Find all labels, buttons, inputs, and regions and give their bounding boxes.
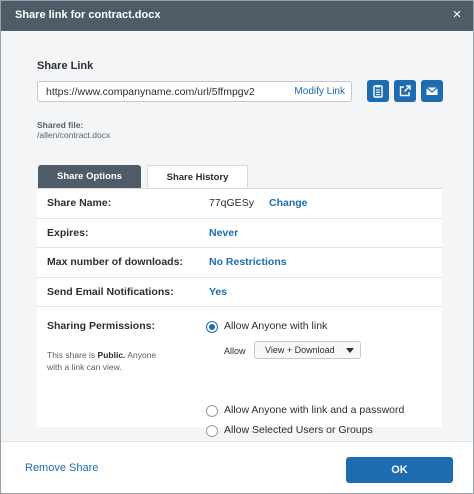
share-name-row: Share Name: 77qGESy Change [37,189,442,219]
share-name-value: 77qGESy [209,197,254,209]
dialog-footer: Remove Share OK [1,441,473,493]
share-options-panel: Share Name: 77qGESy Change Expires: Never… [37,188,442,437]
permission-radio-3[interactable] [206,425,218,437]
email-notifications-row: Send Email Notifications: Yes [37,278,442,307]
permission-radio-2[interactable] [206,405,218,417]
email-notifications-value[interactable]: Yes [209,286,227,298]
note-public: Public. [97,350,126,360]
chevron-down-icon [346,348,354,353]
copy-link-button[interactable] [367,80,389,102]
open-link-button[interactable] [394,80,416,102]
remove-share-link[interactable]: Remove Share [25,462,98,474]
share-link-field[interactable]: https://www.companyname.com/url/5ffmpgv2… [37,81,352,102]
dialog-content: Share Link https://www.companyname.com/u… [1,31,473,441]
permission-radio-1[interactable] [206,321,218,333]
access-level-dropdown[interactable]: View + Download [254,341,361,359]
tab-share-history[interactable]: Share History [147,165,248,188]
permission-option-label-2[interactable]: Allow Anyone with link and a password [224,404,404,416]
expires-value[interactable]: Never [209,227,238,239]
permission-option-label-1[interactable]: Allow Anyone with link [224,320,327,332]
dialog-title: Share link for contract.docx [15,9,161,21]
max-downloads-value[interactable]: No Restrictions [209,256,287,268]
open-external-icon [399,85,411,97]
email-icon [426,87,438,95]
tab-share-options[interactable]: Share Options [38,165,141,188]
title-bar: Share link for contract.docx × [1,1,473,31]
share-url-text[interactable]: https://www.companyname.com/url/5ffmpgv2 [46,86,255,98]
share-link-heading: Share Link [37,60,94,72]
close-icon[interactable]: × [449,7,465,23]
change-share-name-link[interactable]: Change [269,197,308,209]
email-link-button[interactable] [421,80,443,102]
max-downloads-row: Max number of downloads: No Restrictions [37,248,442,278]
permission-option-label-3[interactable]: Allow Selected Users or Groups [224,424,373,436]
allow-label: Allow [224,346,246,356]
shared-file-path: /allen/contract.docx [37,130,111,140]
note-prefix: This share is [47,350,98,360]
max-downloads-label: Max number of downloads: [47,256,183,268]
modify-link-button[interactable]: Modify Link [294,86,345,97]
sharing-permissions-label: Sharing Permissions: [47,320,155,332]
shared-file-label: Shared file: [37,120,84,130]
clipboard-icon [373,85,383,98]
share-dialog: Share link for contract.docx × Share Lin… [0,0,474,494]
access-level-value: View + Download [265,345,335,355]
ok-button[interactable]: OK [346,457,453,483]
public-share-note: This share is Public. Anyone with a link… [47,349,167,373]
email-notifications-label: Send Email Notifications: [47,286,174,298]
share-name-label: Share Name: [47,197,112,209]
expires-row: Expires: Never [37,219,442,248]
expires-label: Expires: [47,227,89,239]
